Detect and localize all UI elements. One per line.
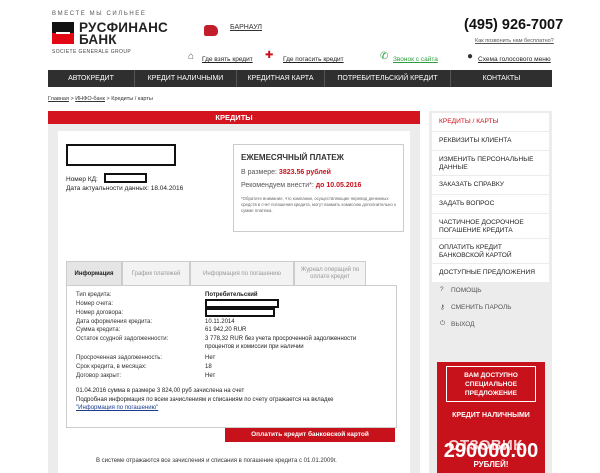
watermark: ОТЗОВИК [448,437,523,454]
monthly-payment-title: ЕЖЕМЕСЯЧНЫЙ ПЛАТЕЖ [241,153,344,162]
special-offer-title: КРЕДИТ НАЛИЧНЫМИ [452,412,530,419]
payment-recommend-line: Рекомендуем внести*: до 10.05.2016 [241,182,361,189]
payment-recommend-value: до 10.05.2016 [315,182,362,189]
info-label: Срок кредита, в месяцах: [76,364,147,370]
change-password-link[interactable]: СМЕНИТЬ ПАРОЛЬ [451,304,512,311]
info-value: 3 778,32 RUR без учета просроченной задо… [205,336,357,342]
free-call-link[interactable]: Как позвонить нам бесплатно? [475,38,554,44]
tagline: ВМЕСТЕ МЫ СИЛЬНЕЕ [52,11,147,17]
where-get-credit-link[interactable]: Где взять кредит [202,56,253,63]
nav-item-contacts[interactable]: КОНТАКТЫ [451,70,552,87]
bank-name-line2: БАНК [79,32,117,47]
sidebar-item-order-certificate[interactable]: ЗАКАЗАТЬ СПРАВКУ [432,176,549,194]
tab-payment-schedule[interactable]: График платежей [122,261,190,286]
logout-link[interactable]: ВЫХОД [451,321,475,328]
city-selector[interactable]: БАРНАУЛ [230,24,262,31]
info-value: 61 942,20 RUR [205,327,247,333]
payment-recommend-label: Рекомендуем внести*: [241,182,314,189]
breadcrumb: Главная > ИНФО-банк > Кредиты / карты [48,96,153,102]
microphone-icon: ● [467,51,474,62]
details-note: Подробная информация по всем зачислениям… [76,397,334,403]
phone-icon: ✆ [380,51,389,62]
info-label: Сумма кредита: [76,327,121,333]
bank-building-icon: ⌂ [188,51,195,62]
info-value: Потребительский [205,292,258,298]
breadcrumb-current: Кредиты / карты [111,96,153,102]
phone-number: (495) 926-7007 [464,17,564,33]
info-value: Нет [205,355,216,361]
redacted-contract-number [104,173,147,183]
region-map-icon [204,25,218,36]
redacted-account-number [205,299,279,308]
info-value: Нет [205,373,216,379]
pay-by-card-button[interactable]: Оплатить кредит банковской картой [225,428,395,442]
info-value: 18 [205,364,212,370]
info-value: процентов и комиссии при наличии [205,344,304,350]
help-icon: ? [440,286,444,293]
redacted-name [66,144,176,166]
sidebar-item-early-repayment[interactable]: ЧАСТИЧНОЕ ДОСРОЧНОЕ ПОГАШЕНИЕ КРЕДИТА [432,214,549,238]
contract-number-label: Номер КД: [66,176,98,183]
credited-note: 01.04.2016 сумма в размере 3 824,00 руб … [76,388,245,394]
sidebar-item-credits[interactable]: КРЕДИТЫ / КАРТЫ [432,113,549,131]
payment-commission-note: *Обратите внимание, что компании, осущес… [241,196,396,213]
money-icon: ✚ [265,50,274,61]
info-label: Номер счета: [76,301,114,307]
panel-title: КРЕДИТЫ [48,111,420,124]
special-offer-currency: РУБЛЕЙ! [473,460,509,469]
tab-info[interactable]: Информация [66,261,122,286]
sidebar-item-requisites[interactable]: РЕКВИЗИТЫ КЛИЕНТА [432,132,549,150]
data-date-caption: Дата актуальности данных: [66,185,149,192]
info-label: Номер договора: [76,310,124,316]
bank-name[interactable]: РУСФИНАНС БАНК [79,21,168,47]
where-pay-credit-link[interactable]: Где погасить кредит [283,56,344,63]
nav-item-credit-card[interactable]: КРЕДИТНАЯ КАРТА [237,70,325,87]
payment-amount-label: В размере: [241,169,277,176]
nav-item-cash-credit[interactable]: КРЕДИТ НАЛИЧНЫМИ [135,70,237,87]
sidebar-item-ask-question[interactable]: ЗАДАТЬ ВОПРОС [432,195,549,213]
info-label: Тип кредита: [76,292,112,298]
bank-logo-icon[interactable] [52,22,74,44]
redacted-agreement-number [205,308,275,317]
data-date-value: 18.04.2016 [150,185,184,192]
voice-menu-link[interactable]: Схема голосового меню [478,56,551,63]
special-offer-label: ВАМ ДОСТУПНО СПЕЦИАЛЬНОЕ ПРЕДЛОЖЕНИЕ [446,366,536,402]
tab-operations-log[interactable]: Журнал операций по оплате кредит [294,261,366,286]
data-date-label: Дата актуальности данных: 18.04.2016 [66,185,183,192]
repayment-info-link[interactable]: "Информация по погашению" [76,405,158,411]
brand-subtitle: SOCIETE GENERALE GROUP [52,49,132,55]
payment-amount-value: 3823.56 рублей [278,169,331,176]
breadcrumb-home[interactable]: Главная [48,96,69,102]
info-value: 10.11.2014 [205,319,235,325]
sidebar-item-edit-personal[interactable]: ИЗМЕНИТЬ ПЕРСОНАЛЬНЫЕ ДАННЫЕ [432,151,549,175]
breadcrumb-infobank[interactable]: ИНФО-банк [75,96,105,102]
info-label: Просроченная задолженность: [76,355,163,361]
info-label: Дата оформления кредита: [76,319,153,325]
info-label: Договор закрыт: [76,373,122,379]
info-label: Остаток ссудной задолженности: [76,336,169,342]
main-nav: АВТОКРЕДИТ КРЕДИТ НАЛИЧНЫМИ КРЕДИТНАЯ КА… [48,70,552,87]
tab-repayment-info[interactable]: Информация по погашению [190,261,294,286]
logout-icon: ⏻ [440,320,446,327]
sidebar-item-available-offers[interactable]: ДОСТУПНЫЕ ПРЕДЛОЖЕНИЯ [432,264,549,282]
key-icon: ⚷ [440,304,445,311]
help-link[interactable]: ПОМОЩЬ [451,287,482,294]
payment-amount-line: В размере: 3823.56 рублей [241,169,331,176]
call-from-site-link[interactable]: Звонок с сайта [393,56,438,63]
sidebar-item-pay-by-card[interactable]: ОПЛАТИТЬ КРЕДИТ БАНКОВСКОЙ КАРТОЙ [432,239,549,263]
nav-item-consumer-credit[interactable]: ПОТРЕБИТЕЛЬСКИЙ КРЕДИТ [325,70,451,87]
nav-item-autocredit[interactable]: АВТОКРЕДИТ [48,70,135,87]
system-note: В системе отражаются все зачисления и сп… [96,458,337,464]
